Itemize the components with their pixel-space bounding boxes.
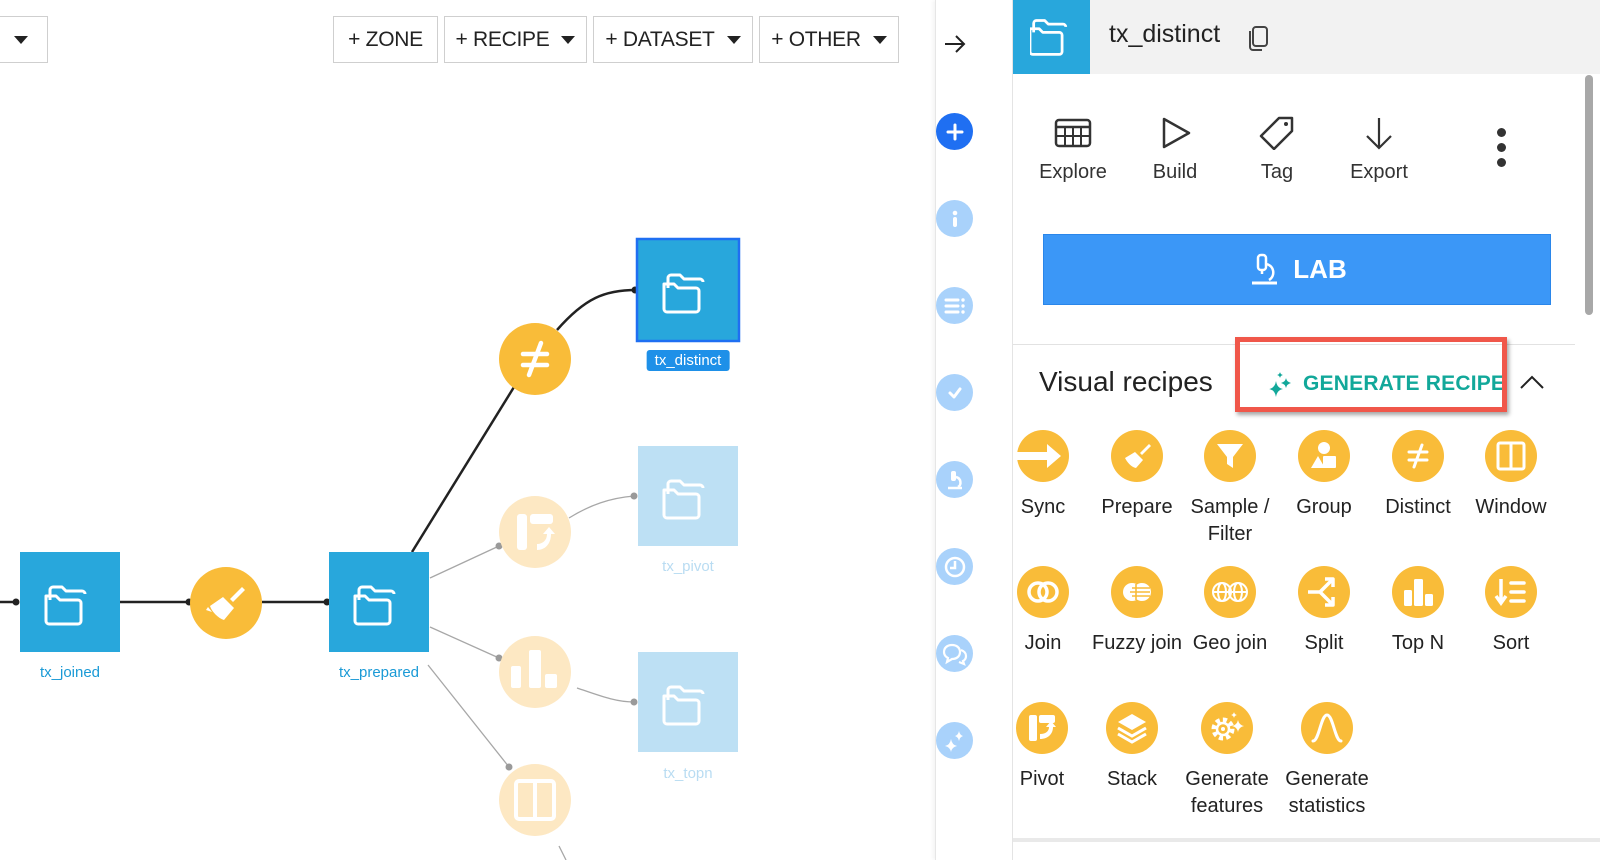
lab-button[interactable]: LAB [1043,234,1551,305]
window-icon [1496,441,1526,471]
sort-icon [1494,579,1526,607]
dataset-node-tx-topn[interactable] [638,652,738,752]
sync-arrow-icon [1017,444,1061,468]
edge-tx-prepared-to-topn [429,626,503,662]
panel-scrollbar[interactable] [1585,75,1593,315]
recipe-node-prepare[interactable] [190,567,262,639]
recipe-generate-statistics[interactable]: Generate statistics [1279,702,1375,820]
not-equal-icon [1407,443,1429,469]
sparkle-icon [1269,372,1291,397]
edge-tx-prepared-to-distinct [410,386,516,553]
microscope-icon [1252,253,1278,284]
edge-topn-to-tx-topn [576,687,638,706]
rail-ai-assistant-button[interactable] [936,722,973,759]
flow-canvas[interactable]: + ZONE + RECIPE + DATASET + OTHER tx_joi… [0,0,935,860]
rail-checks-button[interactable] [936,374,973,411]
edge-prepare-to-tx-prepared [262,598,331,606]
info-icon [952,210,957,227]
recipe-generate-features[interactable]: Generate features [1179,702,1275,820]
recipe-split[interactable]: Split [1276,566,1372,657]
explore-button[interactable]: Explore [1028,116,1118,184]
build-button[interactable]: Build [1130,116,1220,184]
details-panel: tx_distinct Explore Build Tag Export LAB… [1012,0,1600,860]
dataset-label-tx-pivot[interactable]: tx_pivot [662,558,714,575]
recipe-group[interactable]: Group [1276,430,1372,521]
funnel-icon [1217,444,1243,468]
rail-discussions-button[interactable] [936,635,973,672]
recipe-node-window[interactable] [499,764,571,836]
rail-timeline-button[interactable] [936,548,973,585]
recipe-top-n[interactable]: Top N [1370,566,1466,657]
layers-icon [1117,714,1147,744]
rail-details-button[interactable] [936,200,973,237]
visual-recipes-title: Visual recipes [1039,366,1213,397]
recipe-pivot[interactable]: Pivot [994,702,1090,793]
rail-schema-button[interactable] [936,287,973,324]
edge-distinct-to-tx-distinct [556,286,639,331]
edge-tx-prepared-to-pivot [429,542,503,579]
chevron-up-icon[interactable] [1519,372,1545,397]
recipe-join[interactable]: Join [995,566,1091,657]
flow-graph [0,237,741,860]
recipe-fuzzy-join[interactable]: Fuzzy join [1089,566,1185,657]
generate-recipe-button[interactable]: GENERATE RECIPE [1267,366,1505,402]
broom-icon [1125,444,1151,468]
dataset-folder-icon [1013,0,1090,74]
check-icon [948,387,961,398]
recipe-distinct[interactable]: Distinct [1370,430,1466,521]
shapes-icon [1311,442,1336,468]
recipe-node-distinct[interactable] [499,323,571,395]
copy-icon[interactable] [1245,24,1271,57]
table-icon [1054,118,1092,148]
microscope-icon [947,470,962,489]
edge-tx-joined-to-prepare [120,598,193,606]
clock-icon [944,556,965,577]
tag-icon [1259,116,1294,151]
recipe-sort[interactable]: Sort [1463,566,1559,657]
recipe-sync[interactable]: Sync [995,430,1091,521]
recipe-node-pivot[interactable] [499,496,571,568]
more-options-icon[interactable] [1493,128,1509,174]
dataset-node-tx-pivot[interactable] [638,446,738,546]
dataset-node-tx-distinct[interactable] [635,237,741,343]
recipe-geo-join[interactable]: Geo join [1182,566,1278,657]
chat-icon [942,643,967,666]
recipe-window[interactable]: Window [1463,430,1559,521]
download-arrow-icon [1366,118,1392,150]
section-divider [1013,838,1600,842]
bell-curve-icon [1311,713,1343,743]
dataset-label-tx-prepared[interactable]: tx_prepared [339,664,419,681]
top-n-icon [1404,579,1433,606]
tag-button[interactable]: Tag [1232,116,1322,184]
recipe-sample-filter[interactable]: Sample / Filter [1182,430,1278,548]
rail-lab-button[interactable] [936,461,973,498]
gear-sparkle-icon [1211,712,1244,741]
list-icon [944,297,965,314]
plus-icon [946,123,963,140]
pivot-icon [1029,715,1056,741]
export-button[interactable]: Export [1334,116,1424,184]
play-icon [1162,117,1191,149]
arrow-right-icon[interactable] [941,30,969,63]
sparkle-icon [944,730,963,752]
dataset-node-tx-prepared[interactable] [329,552,429,652]
join-circles-icon [1027,581,1059,603]
panel-title: tx_distinct [1109,20,1221,48]
recipe-stack[interactable]: Stack [1084,702,1180,793]
section-divider [1013,344,1575,345]
geo-join-icon [1212,582,1248,602]
fuzzy-join-icon [1123,583,1151,601]
dataset-label-tx-topn[interactable]: tx_topn [663,765,712,782]
split-arrows-icon [1308,577,1335,607]
edge-pivot-to-tx-pivot [568,492,638,519]
rail-actions-button[interactable] [936,113,973,150]
dataset-label-tx-joined[interactable]: tx_joined [40,664,100,681]
panel-header: tx_distinct [1013,0,1600,74]
dataset-node-tx-joined[interactable] [20,552,120,652]
recipe-prepare[interactable]: Prepare [1089,430,1185,521]
dataset-label-tx-distinct[interactable]: tx_distinct [646,350,730,371]
recipe-node-topn[interactable] [499,636,571,708]
edge-input-tx-joined [0,598,20,606]
